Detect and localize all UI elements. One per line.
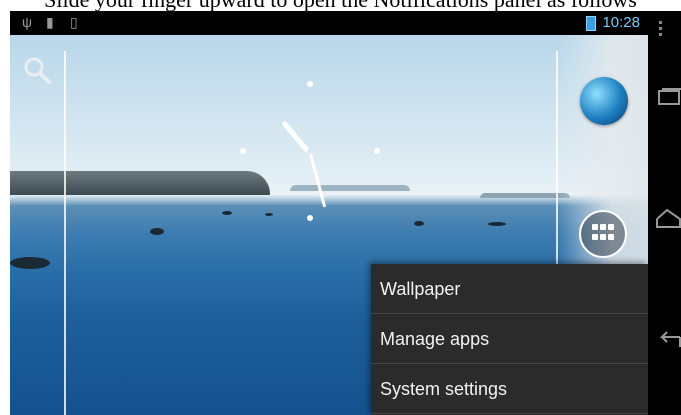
wallpaper-rock (10, 257, 50, 269)
wallpaper-rock (414, 221, 424, 226)
navigation-bar (648, 11, 681, 415)
back-icon[interactable] (654, 329, 681, 353)
clock-tick-9 (240, 148, 246, 154)
wallpaper-rock (150, 228, 164, 235)
menu-item-wallpaper[interactable]: Wallpaper (371, 264, 648, 314)
wallpaper-rock (488, 222, 506, 226)
usb-icon: ψ (22, 14, 32, 30)
analog-clock-widget[interactable] (240, 81, 380, 221)
clock-tick-12 (307, 81, 313, 87)
menu-item-system-settings[interactable]: System settings (371, 364, 648, 414)
home-icon[interactable] (654, 207, 681, 231)
home-options-menu: Wallpaper Manage apps System settings (371, 264, 648, 415)
vibrate-icon: ▯ (70, 14, 78, 30)
battery-icon (586, 16, 596, 31)
home-page-divider-left (64, 51, 66, 415)
overflow-menu-icon[interactable] (659, 21, 663, 39)
recent-apps-icon[interactable] (656, 88, 681, 108)
search-icon[interactable] (22, 55, 52, 85)
status-time: 10:28 (602, 14, 640, 31)
all-apps-button[interactable] (579, 210, 627, 258)
status-bar[interactable]: ψ ▮ ▯ 10:28 (10, 11, 648, 35)
clock-minute-hand (309, 153, 327, 208)
clock-hour-hand (281, 120, 310, 153)
wallpaper-landmass (10, 171, 270, 195)
browser-globe-icon[interactable] (580, 77, 628, 125)
sd-card-icon: ▮ (46, 14, 54, 30)
clock-tick-6 (307, 215, 313, 221)
android-home-screen: ψ ▮ ▯ 10:28 Wallpaper Manage apps System… (10, 11, 648, 415)
wallpaper-rock (222, 211, 232, 215)
clock-tick-3 (374, 148, 380, 154)
menu-item-manage-apps[interactable]: Manage apps (371, 314, 648, 364)
